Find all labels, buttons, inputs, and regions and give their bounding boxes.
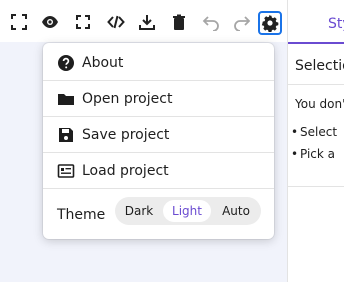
menu-item-about[interactable]: About bbox=[43, 45, 274, 81]
undo-icon bbox=[202, 16, 219, 31]
download-icon bbox=[139, 15, 155, 30]
menu-item-label: Open project bbox=[82, 90, 173, 107]
theme-option-dark[interactable]: Dark bbox=[119, 200, 159, 222]
tab-style[interactable]: Styl bbox=[328, 16, 344, 32]
redo-icon bbox=[234, 16, 251, 31]
floppy-disk-icon bbox=[57, 126, 75, 144]
divider bbox=[288, 84, 344, 85]
panel-bullet: Select bbox=[291, 125, 337, 139]
menu-item-open-project[interactable]: Open project bbox=[43, 81, 274, 117]
panel-bullet: Pick a bbox=[291, 147, 335, 161]
delete-button[interactable] bbox=[167, 10, 191, 34]
fullscreen-icon bbox=[76, 15, 90, 29]
fit-view-icon bbox=[11, 14, 27, 30]
toggle-view-button[interactable] bbox=[38, 10, 62, 34]
fullscreen-button[interactable] bbox=[71, 10, 95, 34]
redo-button[interactable] bbox=[230, 10, 254, 34]
theme-option-light[interactable]: Light bbox=[163, 200, 211, 222]
settings-button[interactable] bbox=[258, 11, 282, 35]
download-button[interactable] bbox=[135, 10, 159, 34]
card-list-icon bbox=[57, 162, 75, 180]
theme-row: Theme Dark Light Auto bbox=[43, 190, 274, 236]
gear-icon bbox=[261, 14, 279, 32]
menu-item-load-project[interactable]: Load project bbox=[43, 153, 274, 189]
menu-item-label: Load project bbox=[82, 162, 169, 179]
theme-option-auto[interactable]: Auto bbox=[215, 200, 257, 222]
help-circle-icon bbox=[57, 54, 75, 72]
active-tab-indicator bbox=[288, 42, 344, 44]
menu-item-save-project[interactable]: Save project bbox=[43, 117, 274, 153]
undo-button[interactable] bbox=[199, 10, 223, 34]
divider bbox=[288, 186, 344, 187]
menu-item-label: About bbox=[82, 54, 124, 71]
trash-icon bbox=[173, 14, 185, 30]
code-button[interactable] bbox=[104, 10, 128, 34]
code-icon bbox=[107, 15, 125, 29]
section-title: Selectio bbox=[295, 58, 344, 74]
panel-paragraph: You don' bbox=[295, 97, 344, 111]
theme-toggle: Dark Light Auto bbox=[115, 197, 261, 225]
folder-icon bbox=[57, 90, 75, 108]
eye-icon bbox=[42, 16, 58, 28]
settings-menu: About Open project Save project Load pro… bbox=[43, 43, 274, 239]
theme-label: Theme bbox=[57, 207, 106, 223]
properties-panel: Styl Selectio You don' Select Pick a bbox=[287, 0, 344, 282]
fit-view-button[interactable] bbox=[7, 10, 31, 34]
toolbar bbox=[0, 0, 287, 42]
menu-item-label: Save project bbox=[82, 126, 170, 143]
